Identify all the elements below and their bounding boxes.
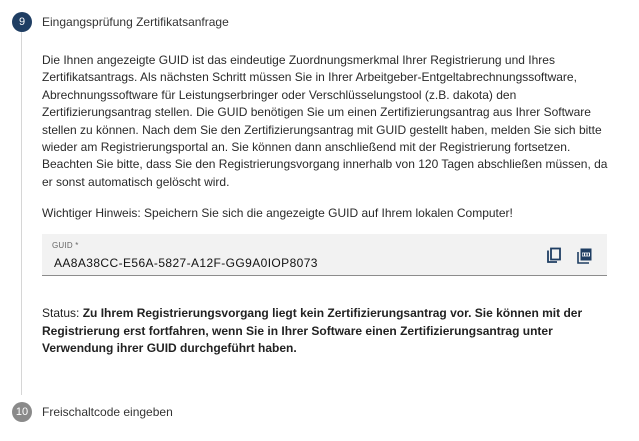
step-title-next[interactable]: Freischaltcode eingeben	[42, 405, 173, 419]
status-message: Status: Zu Ihrem Registrierungsvorgang l…	[42, 305, 612, 358]
step-title-current[interactable]: Eingangsprüfung Zertifikatsanfrage	[42, 15, 229, 29]
intro-text: Die Ihnen angezeigte GUID ist das eindeu…	[42, 53, 608, 189]
status-prefix: Status:	[42, 306, 80, 320]
guid-value[interactable]: AA8A38CC-E56A-5827-A12F-GG9A0IOP8073	[54, 256, 318, 270]
step-number-badge-next: 10	[12, 402, 32, 422]
guid-field[interactable]: GUID * AA8A38CC-E56A-5827-A12F-GG9A0IOP8…	[42, 234, 607, 276]
pdf-icon[interactable]	[575, 247, 593, 265]
important-hint: Wichtiger Hinweis: Speichern Sie sich di…	[42, 206, 513, 220]
copy-icon[interactable]	[545, 247, 563, 265]
status-text: Zu Ihrem Registrierungsvorgang liegt kei…	[42, 306, 583, 355]
guid-field-label: GUID *	[52, 241, 79, 250]
step-number-badge-current: 9	[12, 12, 32, 32]
step-content: Die Ihnen angezeigte GUID ist das eindeu…	[42, 52, 608, 191]
stepper-connector-line	[21, 32, 22, 395]
